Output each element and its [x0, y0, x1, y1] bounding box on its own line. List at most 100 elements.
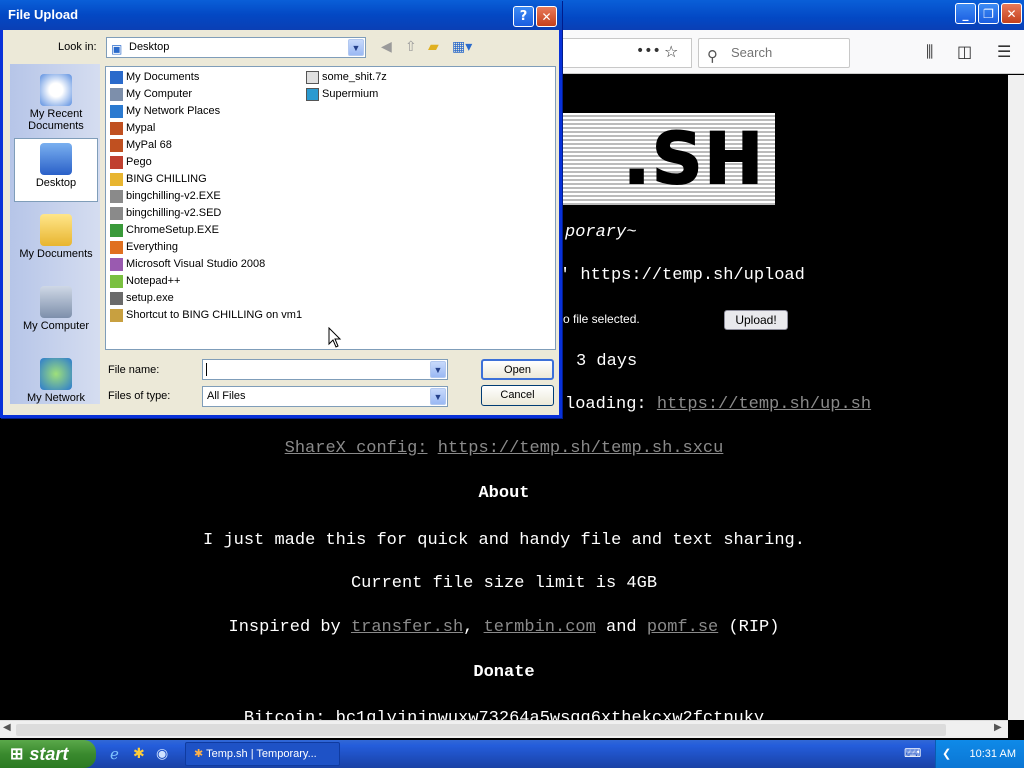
file-item[interactable]: Mypal [108, 120, 155, 137]
open-button[interactable]: Open [481, 359, 554, 380]
file-icon [110, 258, 123, 271]
menu-icon[interactable]: ☰ [997, 42, 1011, 61]
place-label: My Network [26, 392, 86, 404]
file-item[interactable]: My Network Places [108, 103, 220, 120]
browser-close-button[interactable]: ✕ [1001, 3, 1022, 24]
horizontal-scrollbar[interactable]: ◀ ▶ [0, 720, 1008, 738]
curl-instruction: ' https://temp.sh/upload [560, 266, 805, 285]
sidebar-icon[interactable]: ◫ [957, 42, 972, 61]
upload-button[interactable]: Upload! [724, 310, 788, 330]
script-label: loading: [565, 395, 647, 414]
file-item[interactable]: ChromeSetup.EXE [108, 222, 219, 239]
about-text: I just made this for quick and handy fil… [203, 531, 805, 550]
restore-button[interactable]: ❐ [978, 3, 999, 24]
site-logo: .SH [560, 113, 775, 205]
mouse-cursor-icon [328, 327, 342, 348]
inspired-prefix: Inspired by [228, 618, 341, 637]
place-my-computer[interactable]: My Computer [14, 282, 98, 346]
file-item[interactable]: setup.exe [108, 290, 174, 307]
file-icon [110, 292, 123, 305]
desktop-icon [40, 143, 72, 175]
start-label: start [29, 743, 69, 764]
file-item[interactable]: Microsoft Visual Studio 2008 [108, 256, 265, 273]
mypal-icon[interactable]: ✱ [133, 745, 145, 762]
scroll-left-icon[interactable]: ◀ [3, 722, 11, 733]
internet-explorer-icon[interactable]: ℯ [110, 745, 119, 763]
search-icon: ⚲ [707, 47, 718, 65]
file-item[interactable]: Supermium [304, 86, 378, 103]
file-name-input[interactable]: ▼ [202, 359, 448, 380]
library-icon[interactable]: ⫼ [926, 42, 933, 62]
recent-documents-icon [40, 74, 72, 106]
termbin-link[interactable]: termbin.com [484, 618, 596, 637]
file-icon [110, 88, 123, 101]
scroll-right-icon[interactable]: ▶ [994, 722, 1002, 733]
sharex-label[interactable]: ShareX config: [285, 439, 428, 458]
taskbar: ⊞ start ℯ ✱ ◉ ✱ Temp.sh | Temporary... ⌨… [0, 740, 1024, 768]
network-globe-icon [40, 358, 72, 390]
places-bar: My Recent Documents Desktop My Documents… [10, 64, 100, 404]
bookmark-star-icon[interactable]: ☆ [664, 42, 678, 61]
inspired-suffix: (RIP) [728, 618, 780, 637]
inspired-and: and [606, 618, 637, 637]
keyboard-icon[interactable]: ⌨ [904, 746, 921, 760]
file-type-value: All Files [207, 390, 246, 402]
file-type-select[interactable]: All Files ▼ [202, 386, 448, 407]
no-file-selected-text: o file selected. [563, 312, 640, 326]
look-in-label: Look in: [58, 41, 97, 53]
file-icon [110, 173, 123, 186]
minimize-button[interactable]: _ [955, 3, 976, 24]
file-icon [110, 241, 123, 254]
look-in-combo[interactable]: ▣ Desktop ▼ [106, 37, 366, 58]
place-recent-documents[interactable]: My Recent Documents [14, 70, 98, 134]
help-button[interactable]: ? [513, 6, 534, 27]
file-icon [110, 224, 123, 237]
file-item[interactable]: bingchilling-v2.SED [108, 205, 221, 222]
place-desktop[interactable]: Desktop [14, 138, 98, 202]
file-list[interactable]: My Documents My Computer My Network Places… [105, 66, 556, 350]
start-button[interactable]: ⊞ start [0, 740, 96, 768]
file-item[interactable]: some_shit.7z [304, 69, 387, 86]
script-line: loading: https://temp.sh/up.sh [565, 395, 871, 414]
clock: 10:31 AM [969, 748, 1016, 760]
file-item[interactable]: BING CHILLING [108, 171, 207, 188]
file-item[interactable]: bingchilling-v2.EXE [108, 188, 221, 205]
desktop-icon[interactable]: ◉ [156, 745, 168, 762]
file-item[interactable]: Shortcut to BING CHILLING on vm1 [108, 307, 302, 324]
file-item[interactable]: My Computer [108, 86, 192, 103]
tray-collapse-icon[interactable]: ❮ [942, 740, 951, 768]
file-upload-dialog: File Upload ? ✕ Look in: ▣ Desktop ▼ ◀ ⇧… [0, 0, 562, 418]
new-folder-icon[interactable]: ▰ [428, 38, 439, 55]
search-input[interactable]: ⚲ Search [698, 38, 850, 68]
cancel-button[interactable]: Cancel [481, 385, 554, 406]
file-item[interactable]: My Documents [108, 69, 199, 86]
chevron-down-icon[interactable]: ▼ [430, 388, 446, 405]
pomf-link[interactable]: pomf.se [647, 618, 718, 637]
dialog-close-button[interactable]: ✕ [536, 6, 557, 27]
vertical-scrollbar[interactable] [1008, 75, 1024, 720]
windows-logo-icon: ⊞ [10, 746, 24, 763]
place-label: My Documents [19, 248, 93, 260]
view-menu-icon[interactable]: ▦▾ [452, 38, 472, 55]
text-caret [206, 363, 207, 376]
chevron-down-icon[interactable]: ▼ [430, 361, 446, 378]
taskbar-task-firefox[interactable]: ✱ Temp.sh | Temporary... [185, 742, 340, 766]
chevron-down-icon[interactable]: ▼ [348, 39, 364, 56]
place-my-network[interactable]: My Network [14, 354, 98, 418]
task-label: Temp.sh | Temporary... [206, 748, 317, 760]
scrollbar-thumb[interactable] [16, 724, 946, 736]
script-link[interactable]: https://temp.sh/up.sh [657, 395, 871, 414]
transfer-link[interactable]: transfer.sh [351, 618, 463, 637]
limit-text: Current file size limit is 4GB [350, 574, 658, 593]
up-folder-icon[interactable]: ⇧ [405, 38, 417, 55]
file-item[interactable]: Notepad++ [108, 273, 180, 290]
sharex-link[interactable]: https://temp.sh/temp.sh.sxcu [438, 439, 724, 458]
back-icon[interactable]: ◀ [381, 38, 392, 55]
file-item[interactable]: Everything [108, 239, 178, 256]
page-actions-icon[interactable]: ••• [636, 43, 661, 59]
file-icon [110, 309, 123, 322]
place-my-documents[interactable]: My Documents [14, 210, 98, 274]
file-item[interactable]: MyPal 68 [108, 137, 172, 154]
file-item[interactable]: Pego [108, 154, 152, 171]
url-bar[interactable]: ••• ☆ [560, 38, 692, 68]
